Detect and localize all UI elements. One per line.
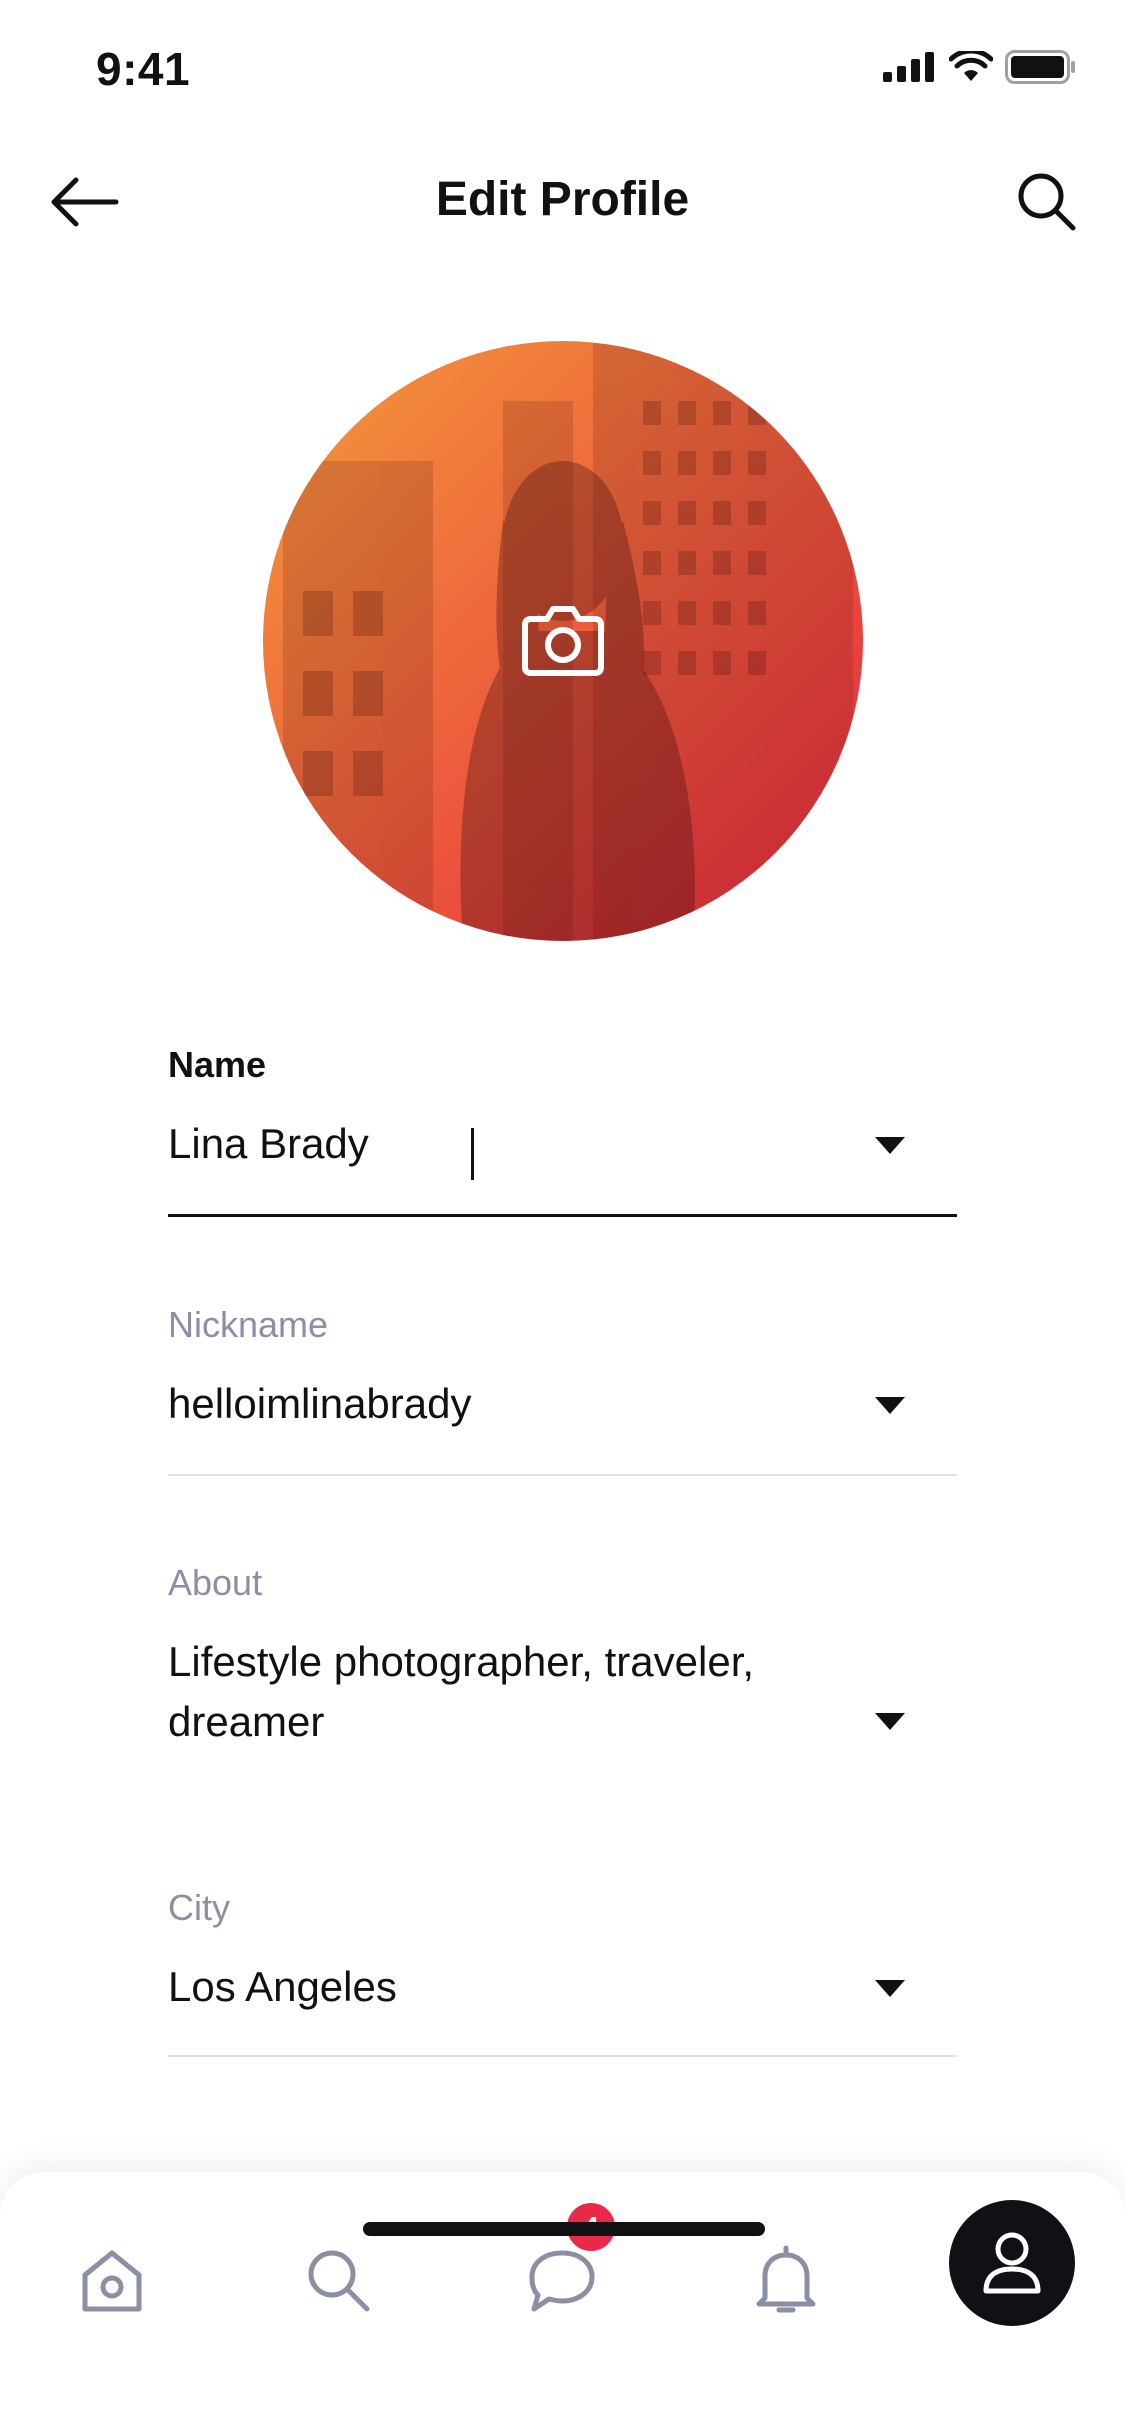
camera-icon	[522, 606, 604, 676]
profile-photo[interactable]	[263, 341, 863, 941]
chevron-down-icon[interactable]	[873, 1134, 907, 1156]
name-field-group: Name Lina Brady	[168, 1044, 957, 1217]
search-button[interactable]	[1003, 158, 1091, 246]
about-field-group: About Lifestyle photographer, traveler, …	[168, 1562, 957, 1752]
status-bar: 9:41	[0, 0, 1125, 132]
home-icon	[82, 2250, 142, 2312]
city-input[interactable]: Los Angeles	[168, 1957, 957, 2017]
nav-search[interactable]	[278, 2220, 398, 2340]
name-value: Lina Brady	[168, 1120, 369, 1167]
bell-icon	[756, 2245, 816, 2313]
wifi-icon	[949, 51, 993, 81]
about-value: Lifestyle photographer, traveler, dreame…	[168, 1638, 755, 1745]
status-time: 9:41	[96, 43, 191, 95]
nickname-input[interactable]: helloimlinabrady	[168, 1374, 957, 1434]
page-title: Edit Profile	[435, 173, 690, 226]
city-value: Los Angeles	[168, 1963, 397, 2010]
nickname-field-group: Nickname helloimlinabrady	[168, 1304, 957, 1476]
about-input[interactable]: Lifestyle photographer, traveler, dreame…	[168, 1632, 808, 1752]
bottom-nav: 4	[0, 2172, 1125, 2436]
name-underline	[168, 1214, 957, 1217]
name-input[interactable]: Lina Brady	[168, 1114, 957, 1180]
status-icons	[883, 50, 1077, 84]
home-indicator	[363, 2222, 765, 2236]
nickname-label: Nickname	[168, 1304, 329, 1345]
search-icon	[1018, 173, 1076, 231]
battery-icon	[1005, 50, 1075, 84]
nav-home[interactable]	[52, 2220, 172, 2340]
nav-notifications[interactable]	[726, 2220, 846, 2340]
about-label: About	[168, 1562, 263, 1603]
chevron-down-icon[interactable]	[873, 1977, 907, 1999]
profile-icon	[983, 2232, 1041, 2294]
chevron-down-icon[interactable]	[873, 1394, 907, 1416]
name-label: Name	[168, 1044, 267, 1085]
nav-profile[interactable]	[949, 2200, 1075, 2326]
nickname-value: helloimlinabrady	[168, 1380, 472, 1427]
nickname-underline	[168, 1474, 957, 1476]
city-underline	[168, 2055, 957, 2057]
header: Edit Profile	[0, 150, 1125, 254]
text-caret	[470, 1127, 474, 1180]
cellular-signal-icon	[883, 52, 934, 82]
search-icon	[308, 2250, 370, 2312]
city-label: City	[168, 1887, 230, 1928]
city-field-group: City Los Angeles	[168, 1887, 957, 2057]
chevron-down-icon[interactable]	[873, 1710, 907, 1732]
